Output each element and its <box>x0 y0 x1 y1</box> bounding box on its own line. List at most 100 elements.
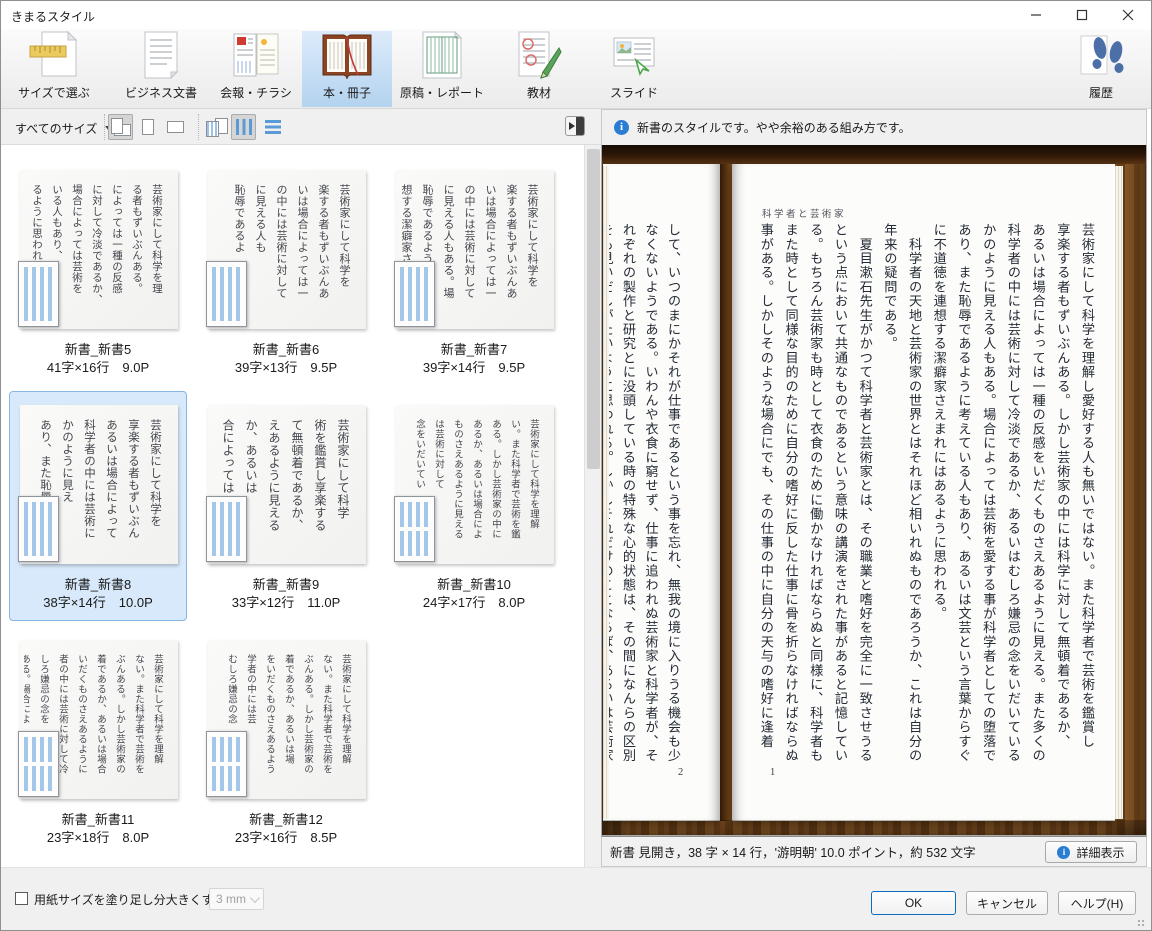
style-name: 新書_新書5 <box>10 339 186 358</box>
preview-status-bar: 新書 見開き，38 字 × 14 行，'游明朝' 10.0 ポイント，約 532… <box>601 836 1147 867</box>
scrollbar-thumb[interactable] <box>587 149 600 469</box>
close-button[interactable] <box>1105 1 1151 29</box>
size-filter-label: すべてのサイズ <box>15 120 97 137</box>
slide-icon <box>610 30 658 80</box>
text-stripes <box>400 267 429 321</box>
minimize-button[interactable] <box>1013 1 1059 29</box>
thumb-text-column: ぶんある。しかし芸術家の <box>109 654 128 791</box>
chevron-down-icon <box>250 893 260 903</box>
bleed-size-value: 3 mm <box>216 892 246 906</box>
left-page-text: して、いつのまにかそれが仕事であるという事を忘れ、無我の境に入りうる機会も少なく… <box>601 223 684 785</box>
category-slide[interactable]: スライド <box>589 31 679 107</box>
style-thumbnail: 芸術家にして科学を理解い。また科学者で芸術を鑑ある。しかし芸術家の中にあるか、あ… <box>396 405 554 564</box>
open-book-icon <box>320 30 374 80</box>
category-business-document[interactable]: ビジネス文書 <box>116 31 206 107</box>
style-thumbnail: 芸術家にして科学を楽する者もずいぶんあいは場合によっては一の中には芸術に対してに… <box>396 170 554 329</box>
category-book-booklet[interactable]: 本・冊子 <box>302 31 392 107</box>
detail-view-button[interactable]: i 詳細表示 <box>1045 841 1137 863</box>
text-vertical-button[interactable] <box>231 114 256 140</box>
bleed-checkbox[interactable] <box>15 892 28 905</box>
book-binding-gap <box>720 164 732 821</box>
style-name: 新書_新書10 <box>386 574 562 593</box>
page-format-icon <box>206 496 247 562</box>
page-landscape-button[interactable] <box>163 114 188 140</box>
category-label: サイズで選ぶ <box>18 84 90 101</box>
vertical-scrollbar[interactable] <box>584 145 601 881</box>
style-name: 新書_新書6 <box>198 339 374 358</box>
thumb-text-column: て無頓着であるか、 <box>285 419 308 556</box>
list-toolbar: すべてのサイズ <box>1 109 601 145</box>
footer-bar: 用紙サイズを塗り足し分大きくする(S) 3 mm OK キャンセル ヘルプ(H) <box>1 867 1151 931</box>
text-column: という点において共通なものであるという意味の講演をされた事があると記憶してい <box>827 223 852 785</box>
style-card-0[interactable]: 芸術家にして科学を理る者もずいぶんある。によっては一種の反感に対して冷淡であるか… <box>9 156 187 386</box>
preview-pane: して、いつのまにかそれが仕事であるという事を忘れ、無我の境に入りうる機会も少なく… <box>601 145 1147 836</box>
page-spread-button[interactable] <box>204 114 229 140</box>
style-card-7[interactable]: 芸術家にして科学を理解ない。また科学者で芸術をぶんある。しかし芸術家の着であるか… <box>197 626 375 856</box>
category-teaching-material[interactable]: 教材 <box>494 31 584 107</box>
cancel-button[interactable]: キャンセル <box>966 891 1048 915</box>
ok-button[interactable]: OK <box>871 891 956 915</box>
style-card-4[interactable]: 芸術家にして科学術を鑑賞し享楽するて無頓着であるか、えあるように見えるか、あるい… <box>197 391 375 621</box>
style-name: 新書_新書11 <box>10 809 186 828</box>
text-stripes <box>400 531 429 556</box>
help-button[interactable]: ヘルプ(H) <box>1058 891 1136 915</box>
page-portrait-button[interactable] <box>135 114 160 140</box>
resize-grip[interactable] <box>1138 920 1146 928</box>
style-name: 新書_新書7 <box>386 339 562 358</box>
thumb-text-column: 場合によっては芸術を <box>66 184 86 321</box>
thumb-text-column: る者もずいぶんある。 <box>126 184 146 321</box>
style-thumbnail: 芸術家にして科学を楽する者もずいぶんあいは場合によっては一の中には芸術に対してに… <box>208 170 366 329</box>
thumb-text-column: の中には芸術に対して <box>270 184 291 321</box>
text-column: れぞれの製作と研究とに没頭している時の特殊な心的状態は、その間になんらの区別 <box>617 223 640 785</box>
category-newsletter-flyer[interactable]: 会報・チラシ <box>211 31 301 107</box>
page-portrait-icon <box>142 119 154 135</box>
style-card-6[interactable]: 芸術家にして科学を理解ない。また科学者で芸術をぶんある。しかし芸術家の着であるか… <box>9 626 187 856</box>
style-card-5[interactable]: 芸術家にして科学を理解い。また科学者で芸術を鑑ある。しかし芸術家の中にあるか、あ… <box>385 391 563 621</box>
thumb-text-column: 芸術家にして科学を理 <box>146 184 166 321</box>
thumb-text-column: いは場合によっては一 <box>291 184 312 321</box>
style-spec: 38字×14行 10.0P <box>10 592 186 611</box>
maximize-button[interactable] <box>1059 1 1105 29</box>
page-both-icon <box>111 118 131 136</box>
page-stack-edge-left <box>603 166 609 819</box>
text-horizontal-button[interactable] <box>260 114 285 140</box>
style-card-2[interactable]: 芸術家にして科学を楽する者もずいぶんあいは場合によっては一の中には芸術に対してに… <box>385 156 563 386</box>
page-both-button[interactable] <box>108 114 133 140</box>
style-spec: 24字×17行 8.0P <box>386 592 562 611</box>
style-thumbnail: 芸術家にして科学術を鑑賞し享楽するて無頓着であるか、えあるように見えるか、あるい… <box>208 405 366 564</box>
thumb-text-column: 芸術家にして科学を <box>144 419 166 556</box>
category-manuscript-report[interactable]: 原稿・レポート <box>397 31 487 107</box>
category-history[interactable]: 履歴 <box>1059 31 1143 107</box>
text-column: 年来の疑問である。 <box>877 223 902 785</box>
style-thumbnail: 芸術家にして科学を理解ない。また科学者で芸術をぶんある。しかし芸術家の着であるか… <box>208 640 366 799</box>
footprints-icon <box>1075 30 1127 80</box>
style-card-1[interactable]: 芸術家にして科学を楽する者もずいぶんあいは場合によっては一の中には芸術に対してに… <box>197 156 375 386</box>
bleed-size-select[interactable]: 3 mm <box>209 888 264 910</box>
text-column: また時として同様な目的のために自分の嗜好に反した仕事に骨を折らなければならぬ <box>778 223 803 785</box>
thumb-text-column: 着であるか、あるいは場 <box>278 654 297 791</box>
thumb-text-column: い。また科学者で芸術を鑑 <box>504 419 523 556</box>
category-label: 原稿・レポート <box>400 84 484 101</box>
thumb-text-column: ものさえあるように見える <box>447 419 466 556</box>
style-spec: 33字×12行 11.0P <box>198 592 374 611</box>
category-label: 本・冊子 <box>323 84 371 101</box>
preview-left-page: して、いつのまにかそれが仕事であるという事を忘れ、無我の境に入りうる機会も少なく… <box>603 164 720 821</box>
text-column: なくないようである。いわんや衣食に窮せず、仕事に追われぬ芸術家と科学者が、そ <box>639 223 662 785</box>
text-column: 夏目漱石先生がかつて科学者と芸術家とは、その職業と嗜好を完全に一致させうる <box>852 223 877 785</box>
size-filter-dropdown[interactable]: すべてのサイズ <box>9 117 119 139</box>
manuscript-icon <box>418 30 466 80</box>
category-choose-by-size[interactable]: サイズで選ぶ <box>9 31 99 107</box>
style-card-3[interactable]: 芸術家にして科学を享楽する者もずいぶんあるいは場合によって科学者の中には芸術にか… <box>9 391 187 621</box>
text-column: に不道徳を連想する潔癖家さえまれにはあるように思われる。 <box>926 223 951 785</box>
thumb-text-column: 術を鑑賞し享楽する <box>308 419 331 556</box>
info-icon: i <box>614 120 629 135</box>
text-column: かのように見える人もある。場合によっては芸術を愛する事が科学者としての堕落で <box>975 223 1000 785</box>
style-thumbnail: 芸術家にして科学を理る者もずいぶんある。によっては一種の反感に対して冷淡であるか… <box>20 170 178 329</box>
thumb-text-column: 芸術家にして科学を理解 <box>335 654 354 791</box>
ruler-page-icon <box>27 30 81 80</box>
preview-panel-toggle-button[interactable] <box>565 116 585 136</box>
preview-right-page: 科学者と芸術家 芸術家にして科学を理解し愛好する人も無いではない。また科学者で芸… <box>732 164 1115 821</box>
text-stripes <box>24 267 53 321</box>
text-column: 事がある。しかしそのような場合にでも、その仕事の中に自分の天与の嗜好に逢着 <box>753 223 778 785</box>
text-column: 科学者の中には芸術に対して冷淡であるか、あるいはむしろ嫌忌の念をいだいている <box>1000 223 1025 785</box>
